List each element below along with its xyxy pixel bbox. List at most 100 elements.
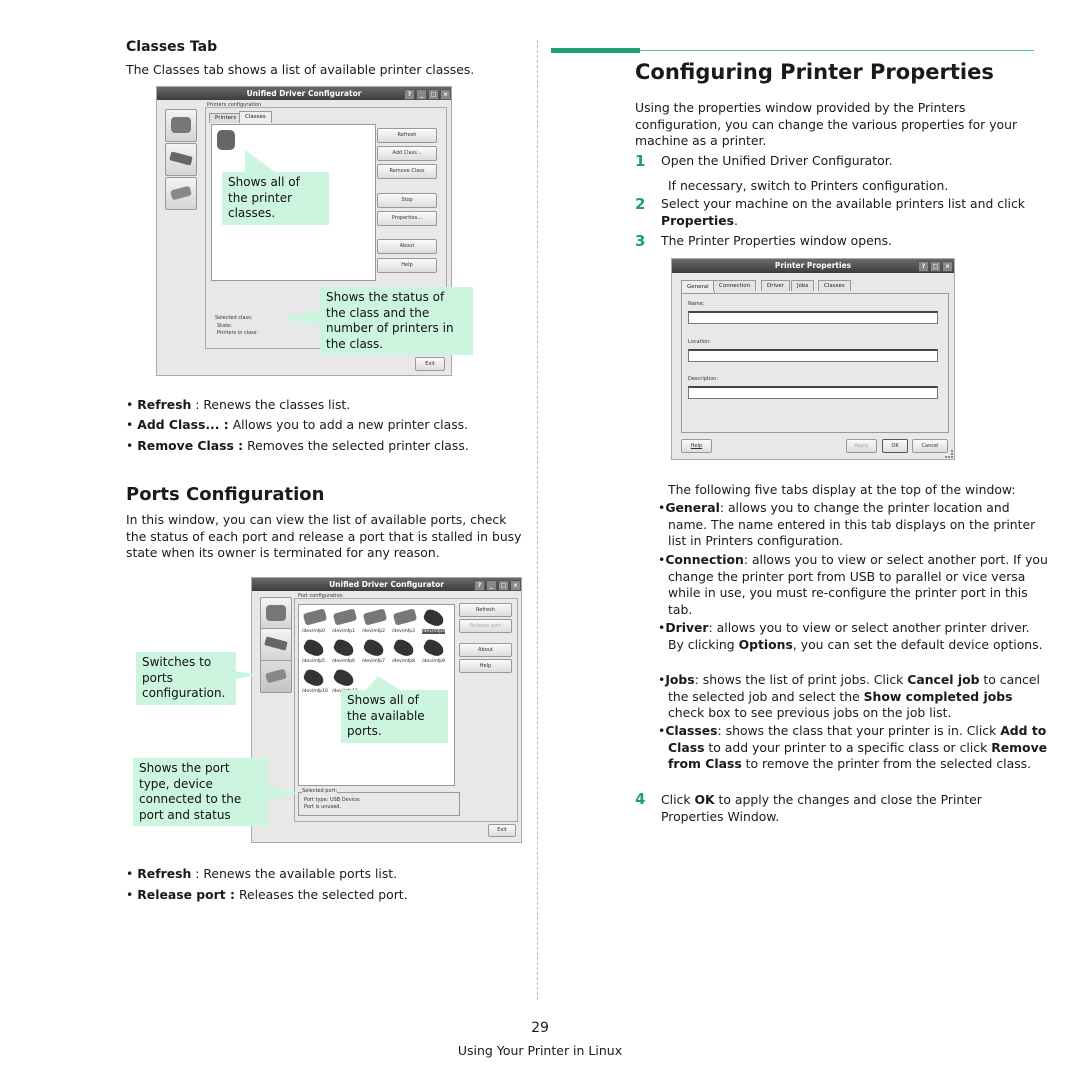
port-label[interactable]: /dev/mfp10 xyxy=(302,689,328,694)
close-icon[interactable]: × xyxy=(440,89,451,100)
remove-class-button[interactable]: Remove Class xyxy=(377,164,437,179)
port-label[interactable]: /dev/mfp6 xyxy=(332,659,355,664)
port-status-line: Port is unused. xyxy=(304,804,342,810)
section-rule-accent xyxy=(551,48,640,53)
step-4-text: Click OK to apply the changes and close … xyxy=(661,792,982,824)
refresh-button[interactable]: Refresh xyxy=(459,603,512,617)
help-icon[interactable]: ? xyxy=(918,261,929,272)
printer-icon xyxy=(266,605,286,621)
step-1: 1 xyxy=(635,152,646,170)
window-titlebar: Printer Properties ? □ × xyxy=(672,259,954,273)
help-button[interactable]: Help xyxy=(681,439,712,453)
callout-port-status: Shows the port type, device connected to… xyxy=(133,758,268,826)
help-icon[interactable]: ? xyxy=(404,89,415,100)
tab-classes[interactable]: Classes xyxy=(239,111,272,123)
about-button[interactable]: About xyxy=(377,239,437,254)
tab-printers[interactable]: Printers xyxy=(209,113,243,123)
exit-button[interactable]: Exit xyxy=(415,357,445,371)
state-label: State: xyxy=(217,323,232,329)
port-label[interactable]: /dev/mfp8 xyxy=(392,659,415,664)
close-icon[interactable]: × xyxy=(942,261,953,272)
step-2-text: Select your machine on the available pri… xyxy=(661,196,1025,228)
step-1-note: If necessary, switch to Printers configu… xyxy=(668,178,949,193)
intro-paragraph: Using the properties window provided by … xyxy=(635,100,1018,148)
resize-grip-icon[interactable] xyxy=(945,450,953,458)
port-label[interactable]: /dev/mfp4 xyxy=(422,629,446,634)
parallel-port-icon[interactable] xyxy=(332,608,358,626)
usb-port-icon[interactable] xyxy=(421,637,447,659)
usb-port-icon[interactable] xyxy=(361,637,387,659)
scanner-icon xyxy=(264,636,288,651)
classes-tab-heading: Classes Tab xyxy=(126,39,218,55)
parallel-port-icon[interactable] xyxy=(302,608,328,626)
port-label[interactable]: /dev/mfp7 xyxy=(362,659,385,664)
tab-desc-driver: •Driver: allows you to view or select an… xyxy=(658,620,1043,652)
parallel-port-icon[interactable] xyxy=(362,608,388,626)
ports-config-intro: In this window, you can view the list of… xyxy=(126,512,522,560)
printers-config-button[interactable] xyxy=(165,109,197,142)
help-button[interactable]: Help xyxy=(459,659,512,673)
usb-port-icon[interactable] xyxy=(331,637,357,659)
scanners-config-button[interactable] xyxy=(260,628,292,661)
tab-classes[interactable]: Classes xyxy=(818,280,851,291)
callout-pointer xyxy=(245,150,275,172)
usb-port-icon[interactable] xyxy=(301,667,327,689)
location-field[interactable] xyxy=(688,349,938,362)
usb-port-icon[interactable] xyxy=(391,637,417,659)
port-label[interactable]: /dev/mfp1 xyxy=(332,629,355,634)
ports-config-button[interactable] xyxy=(260,660,292,693)
callout-class-status: Shows the status of the class and the nu… xyxy=(320,287,473,355)
properties-button[interactable]: Properties... xyxy=(377,211,437,226)
parallel-port-icon[interactable] xyxy=(392,608,418,626)
maximize-icon[interactable]: □ xyxy=(428,89,439,100)
tab-driver[interactable]: Driver xyxy=(761,280,790,291)
usb-port-icon[interactable] xyxy=(301,637,327,659)
minimize-icon[interactable]: _ xyxy=(486,580,497,591)
bullet-refresh: • Refresh : Renews the classes list. xyxy=(126,397,351,412)
description-field[interactable] xyxy=(688,386,938,399)
refresh-button[interactable]: Refresh xyxy=(377,128,437,143)
step-1-text: Open the Unified Driver Configurator. xyxy=(661,153,893,168)
tab-desc-connection: •Connection: allows you to view or selec… xyxy=(658,552,1048,617)
release-port-button[interactable]: Release port xyxy=(459,619,512,633)
tab-connection[interactable]: Connection xyxy=(713,280,757,291)
tab-general[interactable]: General xyxy=(681,280,715,293)
classes-tab-intro: The Classes tab shows a list of availabl… xyxy=(126,62,475,77)
port-label[interactable]: /dev/mfp0 xyxy=(302,629,325,634)
port-label[interactable]: /dev/mfp2 xyxy=(362,629,385,634)
exit-button[interactable]: Exit xyxy=(488,824,516,837)
ports-config-button[interactable] xyxy=(165,177,197,210)
name-field[interactable] xyxy=(688,311,938,324)
maximize-icon[interactable]: □ xyxy=(930,261,941,272)
printer-properties-screenshot: Printer Properties ? □ × General Connect… xyxy=(671,258,955,460)
cancel-button[interactable]: Cancel xyxy=(912,439,948,453)
usb-port-icon[interactable] xyxy=(331,667,357,689)
tab-jobs[interactable]: Jobs xyxy=(791,280,815,291)
apply-button[interactable]: Apply xyxy=(846,439,877,453)
usb-port-icon[interactable] xyxy=(421,607,447,629)
port-icon xyxy=(170,185,192,201)
scanners-config-button[interactable] xyxy=(165,143,197,176)
help-icon[interactable]: ? xyxy=(474,580,485,591)
printers-in-class-label: Printers in class: xyxy=(217,330,259,336)
stop-button[interactable]: Stop xyxy=(377,193,437,208)
port-label[interactable]: /dev/mfp3 xyxy=(392,629,415,634)
window-titlebar: Unified Driver Configurator ? _ □ × xyxy=(252,578,521,591)
add-class-button[interactable]: Add Class... xyxy=(377,146,437,161)
port-label[interactable]: /dev/mfp5 xyxy=(302,659,325,664)
maximize-icon[interactable]: □ xyxy=(498,580,509,591)
selected-class-label: Selected class: xyxy=(215,315,253,321)
port-label[interactable]: /dev/mfp9 xyxy=(422,659,445,664)
ok-button[interactable]: OK xyxy=(882,439,908,453)
selected-port-label: Selected port: xyxy=(302,788,338,794)
bullet-refresh-ports: • Refresh : Renews the available ports l… xyxy=(126,866,398,881)
tab-desc-classes: •Classes: shows the class that your prin… xyxy=(658,723,1048,771)
tab-desc-general: •General: allows you to change the print… xyxy=(658,500,1036,548)
minimize-icon[interactable]: _ xyxy=(416,89,427,100)
close-icon[interactable]: × xyxy=(510,580,521,591)
help-button[interactable]: Help xyxy=(377,258,437,273)
printers-config-button[interactable] xyxy=(260,597,292,630)
about-button[interactable]: About xyxy=(459,643,512,657)
step-3-text: The Printer Properties window opens. xyxy=(661,233,892,248)
step-4: 4 xyxy=(635,790,646,808)
